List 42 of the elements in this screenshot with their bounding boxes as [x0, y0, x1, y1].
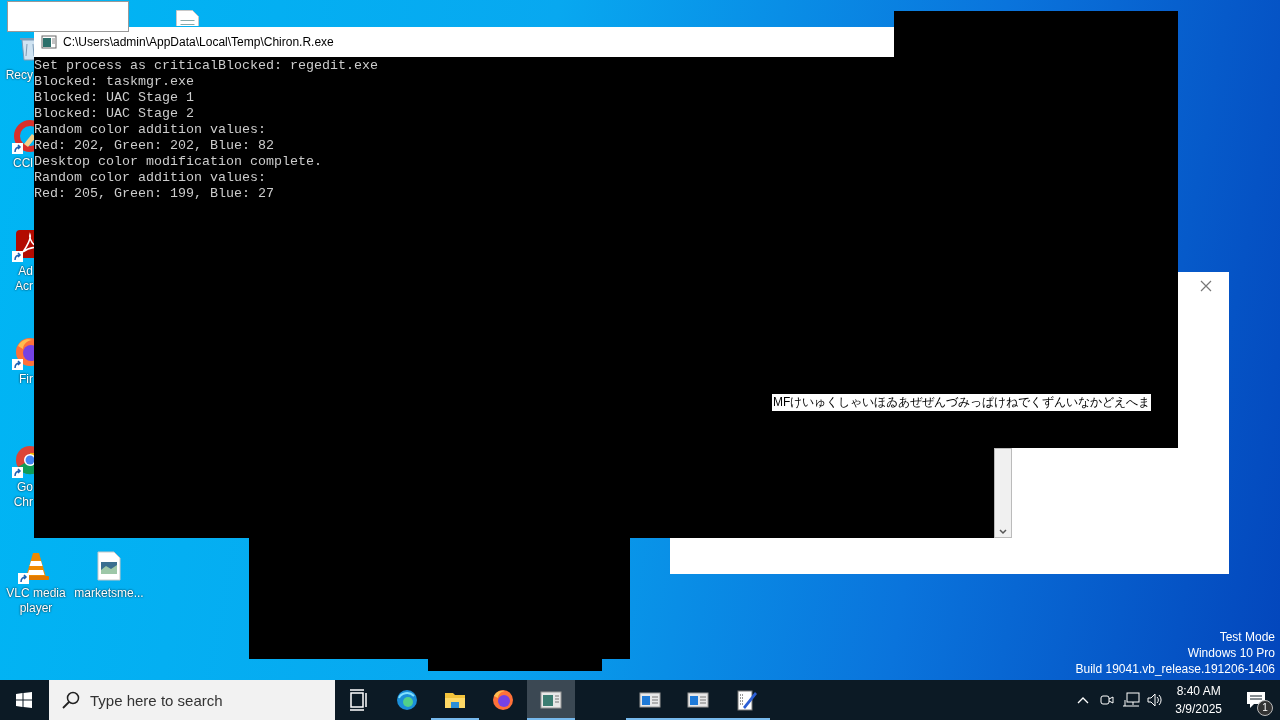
console-line: Random color addition values:: [34, 170, 267, 186]
os-info-text: Windows 10 Pro: [1186, 645, 1275, 661]
console-line: Red: 202, Green: 202, Blue: 82: [34, 138, 275, 154]
taskbar-button[interactable]: [527, 680, 575, 720]
notepad-icon: [734, 688, 758, 712]
console-line: Random color addition values:: [34, 122, 267, 138]
speaker-icon: [1146, 692, 1165, 708]
icon-label[interactable]: Go: [17, 480, 34, 495]
icon-label[interactable]: VLC media player: [0, 586, 74, 616]
search-placeholder: Type here to search: [90, 691, 223, 709]
console-line: Blocked: UAC Stage 2: [34, 106, 195, 122]
notifications-button[interactable]: 1: [1232, 680, 1280, 720]
console-line: Set process as criticalBlocked: regedit.exe: [34, 58, 379, 74]
console-line: Desktop color modification complete.: [34, 154, 323, 170]
icon-label[interactable]: CCl: [13, 156, 34, 171]
console-line: Blocked: taskmgr.exe: [34, 74, 195, 90]
icon-label[interactable]: marketsme...: [74, 586, 144, 601]
os-info-text: Build 19041.vb_release.191206-1406: [1075, 661, 1275, 677]
notification-badge: 1: [1257, 700, 1273, 716]
icon-label[interactable]: Ad: [18, 264, 34, 279]
icon-label[interactable]: Acr: [15, 279, 34, 294]
camera-icon: [1099, 692, 1116, 708]
windows-logo-icon: [16, 692, 32, 708]
chevron-down-icon[interactable]: [998, 527, 1008, 537]
firefox-icon: [491, 688, 515, 712]
console-icon: [41, 34, 57, 50]
network-icon: [1122, 692, 1141, 708]
icon-label[interactable]: Recy: [5, 68, 34, 83]
console-line: Blocked: UAC Stage 1: [34, 90, 195, 106]
clock[interactable]: 8:40 AM 3/9/2025: [1167, 680, 1232, 720]
close-icon[interactable]: [1200, 280, 1212, 292]
icon-label[interactable]: Chr: [13, 495, 34, 510]
icon-label[interactable]: Fir: [19, 372, 34, 387]
scrollbar[interactable]: [994, 448, 1012, 538]
window-title: C:\Users\admin\AppData\Local\Temp\Chiron.R.exe: [63, 35, 334, 49]
edge-icon: [395, 688, 419, 712]
garbled-text: MFけいゅくしゃいほゐあぜぜんづみっぱけねでくずんいなかどえへま: [772, 394, 1152, 411]
console-window-icon: [539, 688, 563, 712]
search-icon: [62, 691, 80, 709]
search-field[interactable]: Type here to search: [49, 680, 335, 720]
os-info-text: Test Mode: [1218, 629, 1275, 645]
console-line: Red: 205, Green: 199, Blue: 27: [34, 186, 275, 202]
